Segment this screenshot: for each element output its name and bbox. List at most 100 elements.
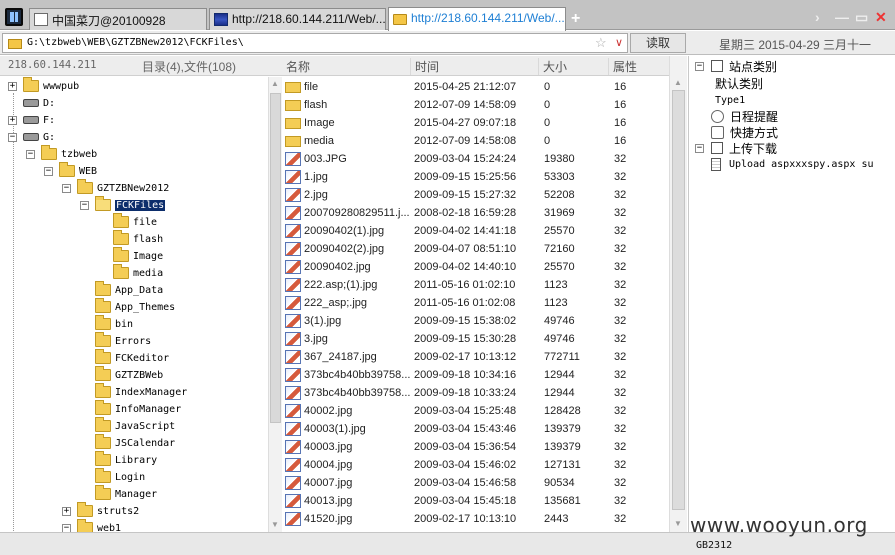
category-node[interactable]: 日程提醒 bbox=[711, 108, 778, 124]
category-node[interactable]: Upload aspxxxspy.aspx su bbox=[711, 156, 874, 172]
close-button[interactable]: ✕ bbox=[875, 9, 887, 26]
file-row[interactable]: 200709280829511.j... 2008-02-18 16:59:28 3… bbox=[282, 204, 669, 222]
date-display: 星期三 2015-04-29 三月十一 bbox=[719, 38, 872, 52]
category-node[interactable]: 快捷方式 bbox=[711, 124, 778, 140]
tree-scrollbar[interactable]: ▲ ▼ bbox=[268, 77, 282, 532]
file-row[interactable]: 367_24187.jpg 2009-02-17 10:13:12 772711 32 bbox=[282, 348, 669, 366]
tree-node[interactable]: flash bbox=[98, 230, 163, 247]
expand-icon[interactable]: + bbox=[8, 115, 17, 125]
file-row[interactable]: 2.jpg 2009-09-15 15:27:32 52208 32 bbox=[282, 186, 669, 204]
scroll-down-icon[interactable]: ▼ bbox=[271, 520, 279, 529]
bookmark-star-icon[interactable]: ☆ bbox=[595, 35, 607, 51]
file-row[interactable]: 40002.jpg 2009-03-04 15:25:48 128428 32 bbox=[282, 402, 669, 420]
file-list-scrollbar[interactable]: ▲ ▼ bbox=[669, 56, 687, 532]
tree-node[interactable]: InfoManager bbox=[80, 400, 181, 417]
category-node[interactable]: 默认类别 bbox=[715, 75, 763, 91]
column-time[interactable]: 时间 bbox=[410, 58, 439, 75]
column-size[interactable]: 大小 bbox=[538, 58, 567, 75]
scroll-down-icon[interactable]: ▼ bbox=[674, 519, 682, 528]
tree-node[interactable]: − GZTZBNew2012 bbox=[62, 179, 169, 196]
file-attr: 32 bbox=[614, 315, 627, 327]
encoding-label[interactable]: GB2312 bbox=[696, 540, 732, 551]
file-row[interactable]: 3.jpg 2009-09-15 15:30:28 49746 32 bbox=[282, 330, 669, 348]
tree-node[interactable]: file bbox=[98, 213, 157, 230]
file-row[interactable]: flash 2012-07-09 14:58:09 0 16 bbox=[282, 96, 669, 114]
tree-node[interactable]: Errors bbox=[80, 332, 151, 349]
tree-node[interactable]: Image bbox=[98, 247, 163, 264]
file-row[interactable]: 003.JPG 2009-03-04 15:24:24 19380 32 bbox=[282, 150, 669, 168]
expand-icon[interactable]: + bbox=[8, 81, 17, 91]
tree-node[interactable]: − FCKFiles bbox=[80, 196, 167, 213]
tree-node[interactable]: − G: bbox=[8, 129, 55, 145]
file-row[interactable]: 40003(1).jpg 2009-03-04 15:43:46 139379 32 bbox=[282, 420, 669, 438]
tree-node[interactable]: JSCalendar bbox=[80, 434, 175, 451]
file-row[interactable]: 40003.jpg 2009-03-04 15:36:54 139379 32 bbox=[282, 438, 669, 456]
scrollbar-thumb[interactable] bbox=[672, 90, 685, 510]
app-menu-icon[interactable] bbox=[5, 8, 23, 26]
path-input[interactable]: G:\tzbweb\WEB\GZTZBNew2012\FCKFiles\ ☆ ∨ bbox=[2, 33, 628, 53]
file-row[interactable]: 20090402(2).jpg 2009-04-07 08:51:10 72160 3… bbox=[282, 240, 669, 258]
tab-site-shell[interactable]: http://218.60.144.211/Web/... bbox=[209, 8, 386, 30]
collapse-icon[interactable]: − bbox=[26, 149, 35, 159]
collapse-icon[interactable]: − bbox=[8, 132, 17, 142]
file-row[interactable]: 40013.jpg 2009-03-04 15:45:18 135681 32 bbox=[282, 492, 669, 510]
collapse-icon[interactable]: − bbox=[44, 166, 53, 176]
file-row[interactable]: file 2015-04-25 21:12:07 0 16 bbox=[282, 78, 669, 96]
tree-node[interactable]: D: bbox=[8, 95, 55, 111]
new-tab-button[interactable]: + bbox=[571, 10, 580, 28]
collapse-icon[interactable]: − bbox=[62, 523, 71, 532]
file-row[interactable]: 40007.jpg 2009-03-04 15:46:58 90534 32 bbox=[282, 474, 669, 492]
tree-node[interactable]: Manager bbox=[80, 485, 157, 502]
tree-node[interactable]: FCKeditor bbox=[80, 349, 169, 366]
tree-node[interactable]: + F: bbox=[8, 112, 55, 128]
file-row[interactable]: 373bc4b40bb39758... 2009-09-18 10:34:16 12… bbox=[282, 366, 669, 384]
file-row[interactable]: media 2012-07-09 14:58:08 0 16 bbox=[282, 132, 669, 150]
collapse-icon[interactable]: − bbox=[695, 61, 704, 71]
collapse-icon[interactable]: − bbox=[80, 200, 89, 210]
column-name[interactable]: 名称 bbox=[282, 58, 310, 75]
tree-node[interactable]: + struts2 bbox=[62, 502, 139, 519]
tree-node[interactable]: IndexManager bbox=[80, 383, 187, 400]
tab-caidao[interactable]: 中国菜刀@20100928 bbox=[29, 8, 207, 30]
file-row[interactable]: 373bc4b40bb39758... 2009-09-18 10:33:24 12… bbox=[282, 384, 669, 402]
tree-node[interactable]: − tzbweb bbox=[26, 145, 97, 162]
scroll-up-icon[interactable]: ▲ bbox=[271, 79, 279, 88]
file-row[interactable]: 1.jpg 2009-09-15 15:25:56 53303 32 bbox=[282, 168, 669, 186]
tree-node[interactable]: − web1 bbox=[62, 519, 121, 532]
scroll-up-icon[interactable]: ▲ bbox=[674, 78, 682, 87]
path-dropdown-icon[interactable]: ∨ bbox=[615, 36, 623, 49]
tree-node[interactable]: GZTZBWeb bbox=[80, 366, 163, 383]
tree-node[interactable]: Library bbox=[80, 451, 157, 468]
column-attr[interactable]: 属性 bbox=[608, 58, 637, 75]
expand-icon[interactable]: + bbox=[62, 506, 71, 516]
checkbox-icon[interactable] bbox=[711, 60, 723, 72]
scrollbar-thumb[interactable] bbox=[270, 93, 281, 423]
tree-node[interactable]: bin bbox=[80, 315, 133, 332]
category-node[interactable]: − 站点类别 bbox=[695, 58, 777, 74]
tree-node[interactable]: JavaScript bbox=[80, 417, 175, 434]
file-row[interactable]: 3(1).jpg 2009-09-15 15:38:02 49746 32 bbox=[282, 312, 669, 330]
tree-node[interactable]: Login bbox=[80, 468, 145, 485]
tab-scroll-arrow-icon[interactable]: › bbox=[815, 9, 820, 25]
category-node[interactable]: − 上传下载 bbox=[695, 140, 777, 156]
minimize-button[interactable]: — bbox=[835, 9, 849, 25]
collapse-icon[interactable]: − bbox=[695, 143, 704, 153]
file-row[interactable]: Image 2015-04-27 09:07:18 0 16 bbox=[282, 114, 669, 132]
file-row[interactable]: 40004.jpg 2009-03-04 15:46:02 127131 32 bbox=[282, 456, 669, 474]
file-row[interactable]: 20090402.jpg 2009-04-02 14:40:10 25570 32 bbox=[282, 258, 669, 276]
tab-file-manager[interactable]: http://218.60.144.211/Web/... bbox=[388, 7, 566, 31]
file-row[interactable]: 222.asp;(1).jpg 2011-05-16 01:02:10 1123 32 bbox=[282, 276, 669, 294]
tree-node[interactable]: media bbox=[98, 264, 163, 281]
maximize-button[interactable]: ▭ bbox=[855, 9, 868, 26]
tree-node[interactable]: App_Themes bbox=[80, 298, 175, 315]
file-row[interactable]: 222_asp;.jpg 2011-05-16 01:02:08 1123 32 bbox=[282, 294, 669, 312]
category-node[interactable]: Type1 bbox=[715, 92, 745, 108]
tree-node[interactable]: − WEB bbox=[44, 162, 97, 179]
read-button[interactable]: 读取 bbox=[630, 33, 686, 53]
file-row[interactable]: 20090402(1).jpg 2009-04-02 14:41:18 25570 3… bbox=[282, 222, 669, 240]
tree-node[interactable]: + wwwpub bbox=[8, 77, 79, 94]
tree-node[interactable]: App_Data bbox=[80, 281, 163, 298]
checkbox-icon[interactable] bbox=[711, 142, 723, 154]
collapse-icon[interactable]: − bbox=[62, 183, 71, 193]
file-row[interactable]: 41520.jpg 2009-02-17 10:13:10 2443 32 bbox=[282, 510, 669, 528]
